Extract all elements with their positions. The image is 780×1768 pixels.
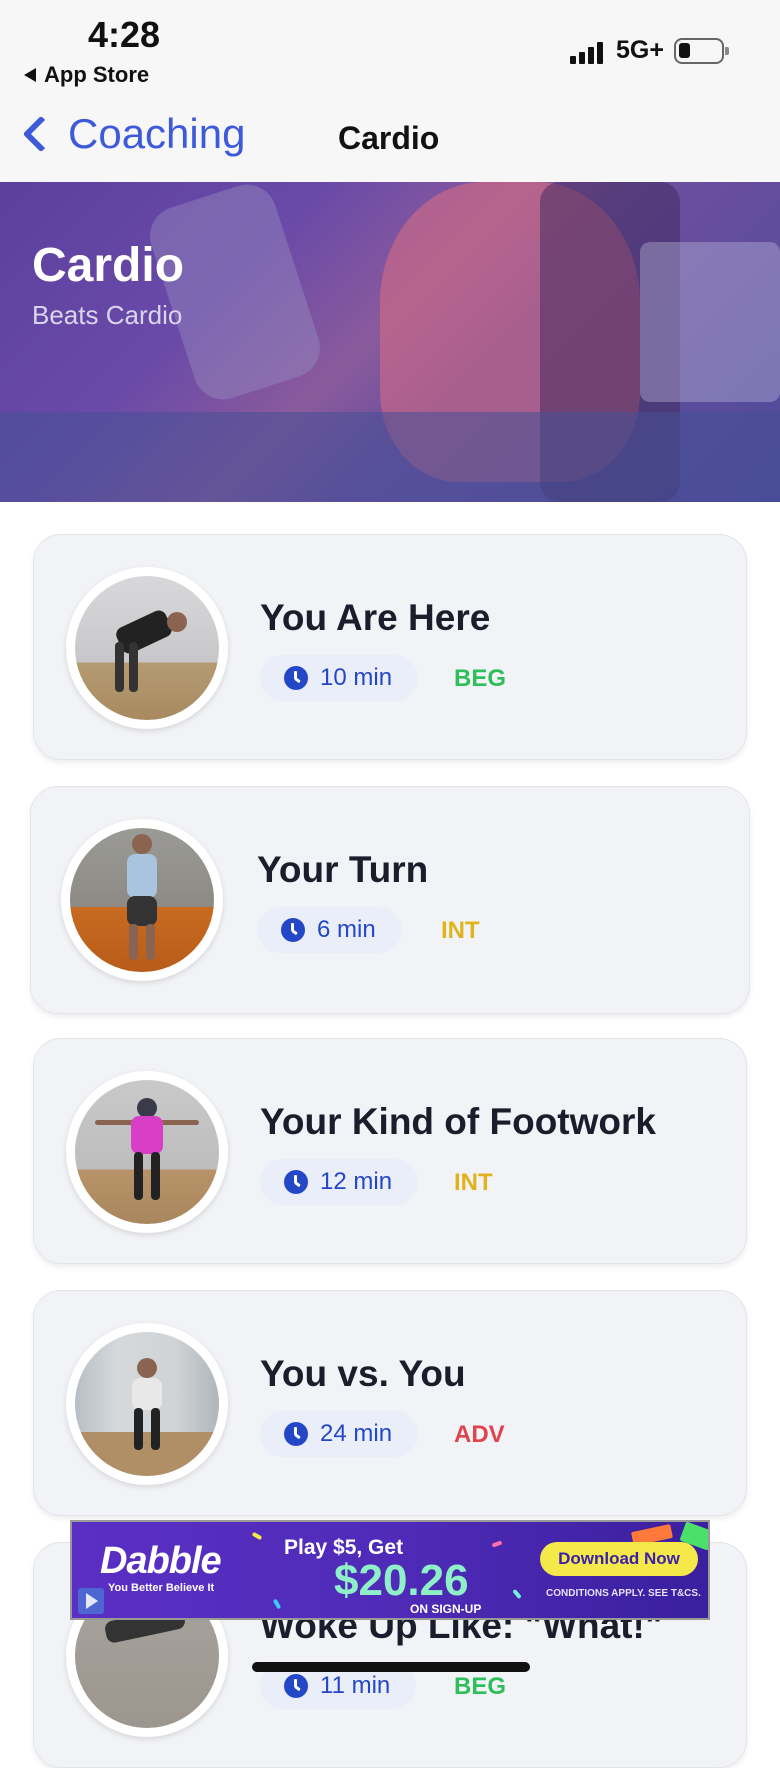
duration-pill: 10 min	[260, 655, 419, 701]
level-badge: ADV	[454, 1421, 505, 1448]
hero-dumbbell-shape	[142, 182, 328, 408]
workout-card[interactable]: You Are Here 10 min BEG	[33, 534, 747, 760]
chevron-left-icon	[22, 115, 60, 153]
level-badge: BEG	[454, 1673, 507, 1700]
signal-icon	[570, 40, 603, 64]
back-to-app-store[interactable]: App Store	[24, 62, 149, 88]
hero-equipment-shape	[640, 242, 780, 402]
ad-terms-text: CONDITIONS APPLY. SEE T&CS.	[546, 1588, 701, 1599]
back-app-label: App Store	[44, 62, 150, 87]
clock-icon	[284, 1170, 308, 1194]
workout-title: You Are Here	[260, 597, 491, 638]
back-triangle-icon	[24, 68, 36, 82]
workout-thumbnail	[66, 1323, 228, 1485]
ad-choices-icon[interactable]	[78, 1588, 104, 1614]
hero-title: Cardio	[32, 239, 185, 292]
workout-thumbnail	[66, 567, 228, 729]
duration-pill: 24 min	[260, 1411, 419, 1457]
workout-title: You vs. You	[260, 1353, 466, 1394]
workout-thumbnail	[61, 819, 223, 981]
ad-banner[interactable]: Dabble You Better Believe It Play $5, Ge…	[70, 1520, 710, 1620]
workout-duration: 12 min	[320, 1168, 393, 1195]
clock-icon	[284, 666, 308, 690]
workout-card[interactable]: Your Turn 6 min INT	[30, 786, 750, 1014]
workout-card[interactable]: Your Kind of Footwork 12 min INT	[33, 1038, 747, 1264]
level-badge: INT	[454, 1169, 493, 1196]
clock-icon	[281, 918, 305, 942]
battery-icon	[674, 38, 729, 64]
back-button[interactable]: Coaching	[16, 110, 245, 158]
workout-duration: 6 min	[317, 916, 376, 943]
level-badge: INT	[441, 917, 480, 944]
workout-duration: 10 min	[320, 664, 393, 691]
ad-brand-logo: Dabble	[100, 1540, 222, 1582]
level-badge: BEG	[454, 665, 507, 692]
navigation-bar: Coaching Cardio	[0, 96, 780, 182]
workout-card[interactable]: You vs. You 24 min ADV	[33, 1290, 747, 1516]
confetti-shape	[491, 1540, 503, 1548]
workout-duration: 24 min	[320, 1420, 393, 1447]
workout-title: Your Kind of Footwork	[260, 1101, 656, 1142]
ad-signup-text: ON SIGN-UP	[410, 1602, 482, 1616]
network-label: 5G+	[616, 36, 664, 64]
confetti-shape	[512, 1588, 522, 1600]
status-bar: 4:28 App Store 5G+	[0, 0, 780, 96]
back-button-label: Coaching	[68, 110, 246, 157]
hero-subtitle: Beats Cardio	[32, 300, 183, 330]
workout-thumbnail	[66, 1071, 228, 1233]
hero-floor-shape	[0, 412, 780, 502]
status-time: 4:28	[88, 14, 161, 55]
workout-title: Your Turn	[257, 849, 429, 890]
ad-amount: $20.26	[334, 1556, 469, 1605]
duration-pill: 12 min	[260, 1159, 419, 1205]
confetti-shape	[251, 1531, 263, 1541]
home-indicator[interactable]	[252, 1662, 530, 1672]
hero-banner: Cardio Beats Cardio	[0, 182, 780, 502]
confetti-shape	[272, 1598, 282, 1610]
ad-download-button[interactable]: Download Now	[540, 1542, 698, 1576]
clock-icon	[284, 1422, 308, 1446]
ad-tagline: You Better Believe It	[108, 1582, 215, 1594]
duration-pill: 6 min	[257, 907, 402, 953]
workout-duration: 11 min	[320, 1672, 391, 1699]
page-title: Cardio	[338, 120, 440, 156]
clock-icon	[284, 1674, 308, 1698]
